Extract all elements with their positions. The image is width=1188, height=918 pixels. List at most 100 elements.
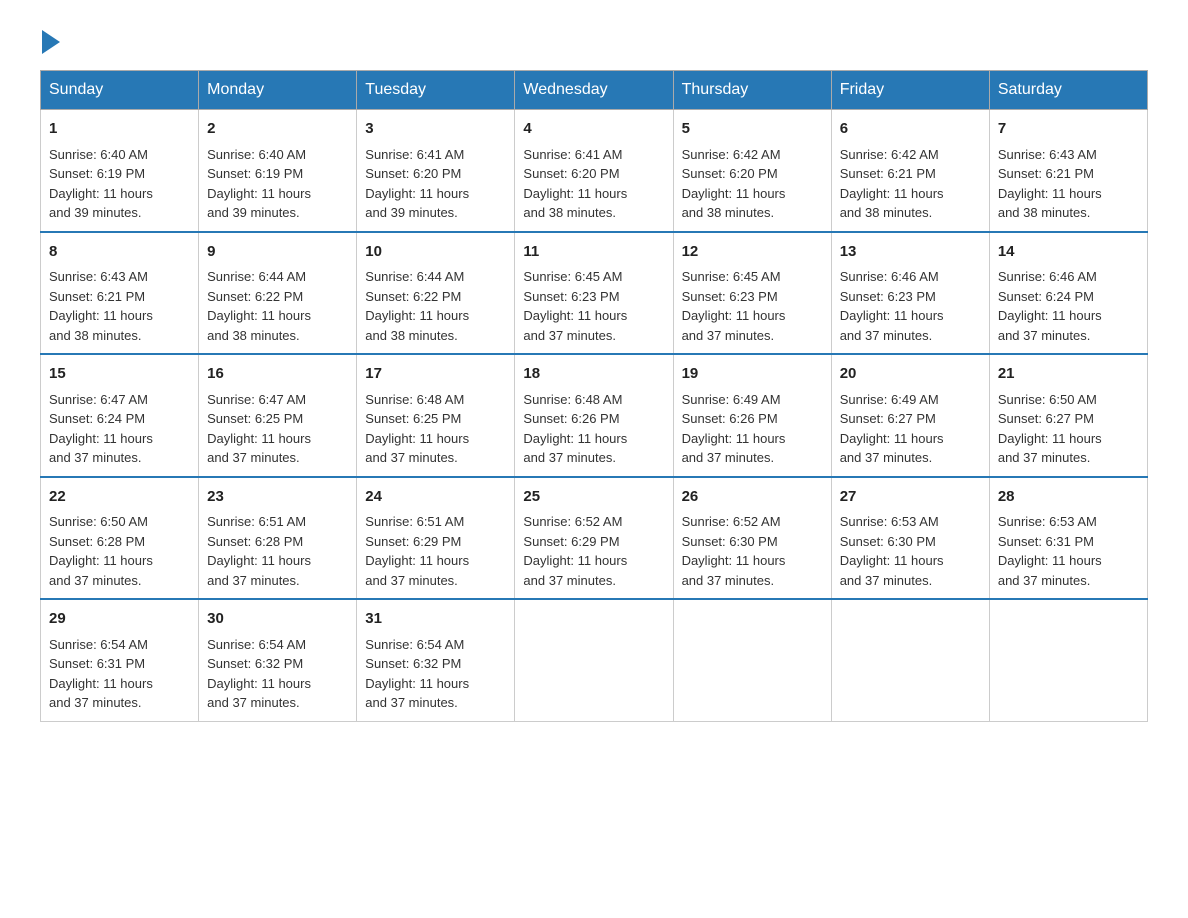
day-info: Sunrise: 6:54 AMSunset: 6:32 PMDaylight:… [365,635,506,713]
day-info: Sunrise: 6:41 AMSunset: 6:20 PMDaylight:… [365,145,506,223]
calendar-cell: 22 Sunrise: 6:50 AMSunset: 6:28 PMDayligh… [41,477,199,600]
day-info: Sunrise: 6:43 AMSunset: 6:21 PMDaylight:… [49,267,190,345]
calendar-cell: 30 Sunrise: 6:54 AMSunset: 6:32 PMDayligh… [199,599,357,721]
day-number: 1 [49,118,190,141]
weekday-header-monday: Monday [199,71,357,110]
day-info: Sunrise: 6:47 AMSunset: 6:25 PMDaylight:… [207,390,348,468]
calendar-cell: 17 Sunrise: 6:48 AMSunset: 6:25 PMDayligh… [357,354,515,477]
day-number: 27 [840,486,981,509]
calendar-cell: 12 Sunrise: 6:45 AMSunset: 6:23 PMDayligh… [673,232,831,355]
day-info: Sunrise: 6:42 AMSunset: 6:21 PMDaylight:… [840,145,981,223]
day-number: 11 [523,241,664,264]
day-number: 5 [682,118,823,141]
calendar-cell: 18 Sunrise: 6:48 AMSunset: 6:26 PMDayligh… [515,354,673,477]
calendar-cell: 31 Sunrise: 6:54 AMSunset: 6:32 PMDayligh… [357,599,515,721]
day-info: Sunrise: 6:47 AMSunset: 6:24 PMDaylight:… [49,390,190,468]
day-number: 3 [365,118,506,141]
day-info: Sunrise: 6:40 AMSunset: 6:19 PMDaylight:… [49,145,190,223]
day-number: 29 [49,608,190,631]
day-number: 17 [365,363,506,386]
day-info: Sunrise: 6:46 AMSunset: 6:24 PMDaylight:… [998,267,1139,345]
calendar-cell: 23Sunrise: 6:51 AMSunset: 6:28 PMDayligh… [199,477,357,600]
calendar-table: SundayMondayTuesdayWednesdayThursdayFrid… [40,70,1148,722]
calendar-cell: 28 Sunrise: 6:53 AMSunset: 6:31 PMDayligh… [989,477,1147,600]
calendar-cell [989,599,1147,721]
calendar-cell: 27 Sunrise: 6:53 AMSunset: 6:30 PMDayligh… [831,477,989,600]
day-info: Sunrise: 6:50 AMSunset: 6:28 PMDaylight:… [49,512,190,590]
calendar-cell: 8 Sunrise: 6:43 AMSunset: 6:21 PMDaylight… [41,232,199,355]
weekday-header-thursday: Thursday [673,71,831,110]
day-number: 4 [523,118,664,141]
day-info: Sunrise: 6:52 AMSunset: 6:30 PMDaylight:… [682,512,823,590]
calendar-cell [831,599,989,721]
day-number: 21 [998,363,1139,386]
calendar-cell: 16 Sunrise: 6:47 AMSunset: 6:25 PMDayligh… [199,354,357,477]
day-number: 16 [207,363,348,386]
day-number: 25 [523,486,664,509]
day-number: 13 [840,241,981,264]
calendar-cell: 4 Sunrise: 6:41 AMSunset: 6:20 PMDaylight… [515,110,673,232]
day-number: 12 [682,241,823,264]
day-info: Sunrise: 6:43 AMSunset: 6:21 PMDaylight:… [998,145,1139,223]
day-info: Sunrise: 6:54 AMSunset: 6:31 PMDaylight:… [49,635,190,713]
day-number: 14 [998,241,1139,264]
day-info: Sunrise: 6:48 AMSunset: 6:26 PMDaylight:… [523,390,664,468]
calendar-cell [673,599,831,721]
day-info: Sunrise: 6:53 AMSunset: 6:30 PMDaylight:… [840,512,981,590]
calendar-cell: 11 Sunrise: 6:45 AMSunset: 6:23 PMDayligh… [515,232,673,355]
day-info: Sunrise: 6:42 AMSunset: 6:20 PMDaylight:… [682,145,823,223]
calendar-cell: 19 Sunrise: 6:49 AMSunset: 6:26 PMDayligh… [673,354,831,477]
day-number: 8 [49,241,190,264]
calendar-cell: 10 Sunrise: 6:44 AMSunset: 6:22 PMDayligh… [357,232,515,355]
day-info: Sunrise: 6:53 AMSunset: 6:31 PMDaylight:… [998,512,1139,590]
calendar-cell: 7 Sunrise: 6:43 AMSunset: 6:21 PMDaylight… [989,110,1147,232]
calendar-cell: 25 Sunrise: 6:52 AMSunset: 6:29 PMDayligh… [515,477,673,600]
day-number: 6 [840,118,981,141]
day-number: 28 [998,486,1139,509]
calendar-cell: 14 Sunrise: 6:46 AMSunset: 6:24 PMDayligh… [989,232,1147,355]
day-number: 22 [49,486,190,509]
day-number: 30 [207,608,348,631]
day-number: 15 [49,363,190,386]
day-info: Sunrise: 6:41 AMSunset: 6:20 PMDaylight:… [523,145,664,223]
day-number: 18 [523,363,664,386]
day-info: Sunrise: 6:46 AMSunset: 6:23 PMDaylight:… [840,267,981,345]
calendar-cell: 21 Sunrise: 6:50 AMSunset: 6:27 PMDayligh… [989,354,1147,477]
day-number: 31 [365,608,506,631]
day-info: Sunrise: 6:52 AMSunset: 6:29 PMDaylight:… [523,512,664,590]
day-info: Sunrise: 6:45 AMSunset: 6:23 PMDaylight:… [523,267,664,345]
calendar-cell [515,599,673,721]
logo [40,30,60,50]
calendar-cell: 29 Sunrise: 6:54 AMSunset: 6:31 PMDayligh… [41,599,199,721]
calendar-cell: 20 Sunrise: 6:49 AMSunset: 6:27 PMDayligh… [831,354,989,477]
calendar-cell: 5 Sunrise: 6:42 AMSunset: 6:20 PMDaylight… [673,110,831,232]
day-info: Sunrise: 6:40 AMSunset: 6:19 PMDaylight:… [207,145,348,223]
day-info: Sunrise: 6:51 AMSunset: 6:28 PMDaylight:… [207,512,348,590]
calendar-cell: 3 Sunrise: 6:41 AMSunset: 6:20 PMDaylight… [357,110,515,232]
logo-triangle [42,30,60,54]
day-info: Sunrise: 6:50 AMSunset: 6:27 PMDaylight:… [998,390,1139,468]
weekday-header-wednesday: Wednesday [515,71,673,110]
page-header [40,30,1148,50]
day-number: 26 [682,486,823,509]
calendar-cell: 9Sunrise: 6:44 AMSunset: 6:22 PMDaylight… [199,232,357,355]
calendar-cell: 2Sunrise: 6:40 AMSunset: 6:19 PMDaylight… [199,110,357,232]
day-info: Sunrise: 6:49 AMSunset: 6:27 PMDaylight:… [840,390,981,468]
day-number: 24 [365,486,506,509]
weekday-header-saturday: Saturday [989,71,1147,110]
day-info: Sunrise: 6:45 AMSunset: 6:23 PMDaylight:… [682,267,823,345]
weekday-header-sunday: Sunday [41,71,199,110]
day-info: Sunrise: 6:48 AMSunset: 6:25 PMDaylight:… [365,390,506,468]
day-number: 20 [840,363,981,386]
calendar-cell: 15 Sunrise: 6:47 AMSunset: 6:24 PMDayligh… [41,354,199,477]
day-info: Sunrise: 6:51 AMSunset: 6:29 PMDaylight:… [365,512,506,590]
day-info: Sunrise: 6:44 AMSunset: 6:22 PMDaylight:… [365,267,506,345]
day-info: Sunrise: 6:49 AMSunset: 6:26 PMDaylight:… [682,390,823,468]
day-number: 10 [365,241,506,264]
calendar-cell: 13 Sunrise: 6:46 AMSunset: 6:23 PMDayligh… [831,232,989,355]
day-info: Sunrise: 6:44 AMSunset: 6:22 PMDaylight:… [207,267,348,345]
day-number: 19 [682,363,823,386]
day-number: 7 [998,118,1139,141]
day-info: Sunrise: 6:54 AMSunset: 6:32 PMDaylight:… [207,635,348,713]
calendar-cell: 24 Sunrise: 6:51 AMSunset: 6:29 PMDayligh… [357,477,515,600]
